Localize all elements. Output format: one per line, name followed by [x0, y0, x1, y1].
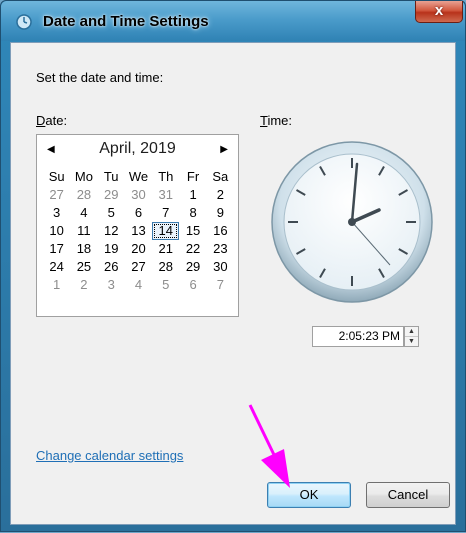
- calendar-day[interactable]: 8: [179, 204, 206, 222]
- time-label: Time:: [260, 113, 293, 128]
- calendar-day[interactable]: 21: [152, 240, 179, 258]
- calendar-day[interactable]: 16: [207, 222, 234, 240]
- calendar-day[interactable]: 26: [98, 258, 125, 276]
- calendar-day[interactable]: 11: [70, 222, 97, 240]
- spin-up-icon[interactable]: ▲: [405, 327, 418, 337]
- calendar-day[interactable]: 28: [152, 258, 179, 276]
- weekday-header: We: [128, 169, 149, 184]
- calendar-day[interactable]: 7: [152, 204, 179, 222]
- weekday-header: Th: [158, 169, 174, 184]
- calendar-day[interactable]: 3: [43, 204, 70, 222]
- calendar-day[interactable]: 15: [179, 222, 206, 240]
- calendar-day[interactable]: 29: [98, 186, 125, 204]
- calendar-day[interactable]: 9: [207, 204, 234, 222]
- cancel-button[interactable]: Cancel: [366, 482, 450, 508]
- close-button[interactable]: x: [415, 1, 463, 23]
- calendar-day[interactable]: 19: [98, 240, 125, 258]
- calendar-day[interactable]: 23: [207, 240, 234, 258]
- calendar-day[interactable]: 27: [125, 258, 152, 276]
- calendar-day[interactable]: 2: [207, 186, 234, 204]
- calendar-day[interactable]: 27: [43, 186, 70, 204]
- change-calendar-settings-link[interactable]: Change calendar settings: [36, 448, 183, 463]
- time-spinner: ▲ ▼: [404, 326, 419, 347]
- window-title: Date and Time Settings: [43, 13, 209, 30]
- calendar-day-selected[interactable]: 14: [152, 222, 180, 240]
- calendar-day[interactable]: 31: [152, 186, 179, 204]
- calendar-day[interactable]: 5: [98, 204, 125, 222]
- calendar-day[interactable]: 4: [125, 276, 152, 294]
- weekday-header: Sa: [212, 169, 229, 184]
- calendar-day[interactable]: 6: [125, 204, 152, 222]
- prompt-text: Set the date and time:: [36, 70, 164, 85]
- calendar-day[interactable]: 1: [179, 186, 206, 204]
- calendar-day[interactable]: 22: [179, 240, 206, 258]
- calendar-day[interactable]: 30: [207, 258, 234, 276]
- weekday-header: Fr: [186, 169, 200, 184]
- dialog-body: Set the date and time: Date: Time: ◀ Apr…: [10, 42, 456, 525]
- calendar-day[interactable]: 24: [43, 258, 70, 276]
- calendar-day[interactable]: 5: [152, 276, 179, 294]
- calendar-day[interactable]: 2: [70, 276, 97, 294]
- calendar-month-label[interactable]: April, 2019: [37, 140, 238, 158]
- calendar-day[interactable]: 1: [43, 276, 70, 294]
- calendar-day[interactable]: 13: [125, 222, 152, 240]
- analog-clock: [271, 141, 433, 303]
- dialog-window: Date and Time Settings x Set the date an…: [0, 0, 466, 532]
- calendar-day[interactable]: 18: [70, 240, 97, 258]
- calendar: ◀ April, 2019 ▶ Su Mo Tu We Th Fr Sa 27 …: [36, 134, 239, 317]
- close-icon: x: [434, 2, 444, 19]
- calendar-day[interactable]: 10: [43, 222, 70, 240]
- calendar-day[interactable]: 6: [179, 276, 206, 294]
- calendar-day[interactable]: 7: [207, 276, 234, 294]
- calendar-day[interactable]: 30: [125, 186, 152, 204]
- calendar-day[interactable]: 20: [125, 240, 152, 258]
- weekday-header: Tu: [103, 169, 119, 184]
- calendar-day[interactable]: 28: [70, 186, 97, 204]
- date-label: Date:: [36, 113, 68, 128]
- calendar-grid: Su Mo Tu We Th Fr Sa 27 28 29 30 31 1 2 …: [43, 168, 234, 294]
- date-time-settings-icon: [16, 14, 32, 30]
- calendar-day[interactable]: 29: [179, 258, 206, 276]
- calendar-day[interactable]: 17: [43, 240, 70, 258]
- calendar-day[interactable]: 12: [98, 222, 125, 240]
- calendar-day[interactable]: 4: [70, 204, 97, 222]
- weekday-header: Mo: [74, 169, 93, 184]
- ok-button[interactable]: OK: [267, 482, 351, 508]
- calendar-day[interactable]: 3: [98, 276, 125, 294]
- calendar-next-month-button[interactable]: ▶: [220, 144, 228, 155]
- time-input[interactable]: 2:05:23 PM: [312, 326, 404, 347]
- calendar-day[interactable]: 25: [70, 258, 97, 276]
- title-bar[interactable]: Date and Time Settings x: [1, 1, 465, 41]
- weekday-header: Su: [48, 169, 65, 184]
- spin-down-icon[interactable]: ▼: [405, 337, 418, 346]
